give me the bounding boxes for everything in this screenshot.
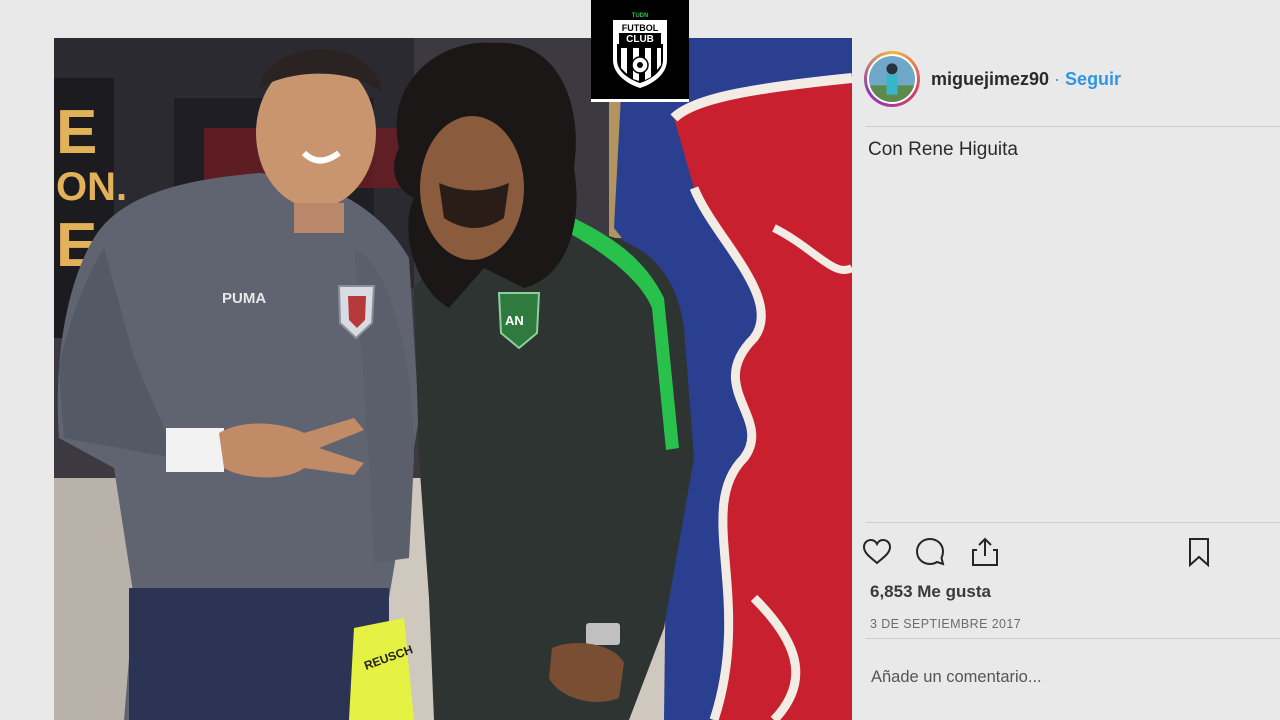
- share-button[interactable]: [968, 535, 1002, 569]
- post-caption: Con Rene Higuita: [868, 139, 1018, 160]
- jersey-brand: PUMA: [222, 290, 266, 307]
- separator-dot: ·: [1054, 68, 1061, 89]
- logo-top-text: TUDN: [632, 13, 649, 19]
- likes-count[interactable]: 6,853 Me gusta: [870, 582, 991, 602]
- logo-line1: FUTBOL: [622, 23, 659, 33]
- avatar-image: [867, 54, 917, 104]
- action-bar: [860, 535, 1280, 569]
- save-button[interactable]: [1182, 535, 1216, 569]
- like-button[interactable]: [860, 535, 894, 569]
- bookmark-icon: [1189, 538, 1209, 568]
- avatar-person-icon: [869, 56, 915, 102]
- comment-input[interactable]: [871, 668, 1251, 687]
- post-side-panel: miguejimez90 · Seguir Con Rene Higuita 6…: [852, 38, 1280, 720]
- futbol-club-shield-icon: TUDN FUTBOL CLUB: [613, 13, 667, 88]
- crest-text: AN: [505, 313, 524, 328]
- instagram-post-view: E ON. E PUMA REUSCH AN TUDN FUTBOL CLUB …: [0, 0, 1280, 720]
- channel-logo: TUDN FUTBOL CLUB: [591, 0, 689, 102]
- avatar[interactable]: [864, 51, 920, 107]
- post-header: miguejimez90 · Seguir: [864, 50, 1121, 108]
- username[interactable]: miguejimez90: [931, 69, 1049, 90]
- photo-illustration: E ON. E PUMA REUSCH AN: [54, 38, 852, 720]
- follow-button[interactable]: Seguir: [1065, 69, 1121, 90]
- sign-letter: E: [56, 98, 97, 167]
- post-photo[interactable]: E ON. E PUMA REUSCH AN: [54, 38, 852, 720]
- comment-bubble-icon: [915, 537, 945, 566]
- actions-divider: [866, 522, 1280, 523]
- header-divider: [866, 126, 1280, 127]
- heart-icon: [862, 538, 892, 565]
- logo-line2: CLUB: [626, 34, 654, 45]
- post-date: 3 DE SEPTIEMBRE 2017: [870, 617, 1022, 631]
- comment-button[interactable]: [913, 535, 947, 569]
- comment-divider: [866, 638, 1280, 639]
- sign-letter: ON.: [56, 165, 127, 209]
- share-icon: [972, 537, 998, 566]
